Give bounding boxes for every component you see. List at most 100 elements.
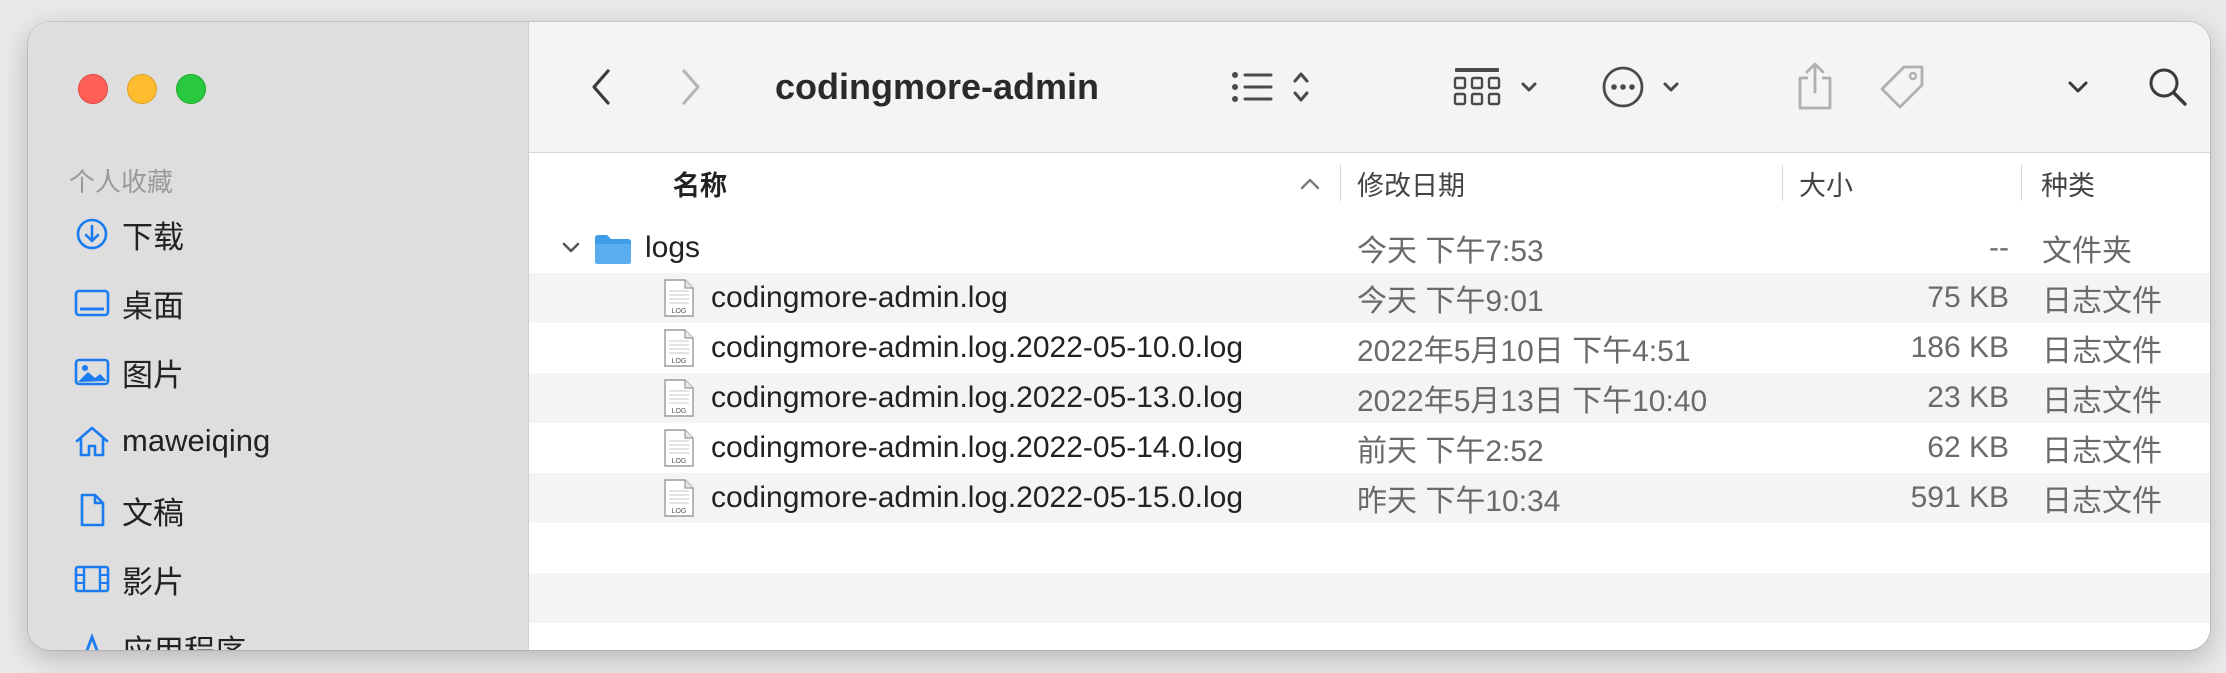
file-row[interactable]: LOG codingmore-admin.log.2022-05-10.0.lo… <box>529 323 2210 373</box>
sidebar-item-label: 应用程序 <box>122 626 246 651</box>
sidebar-item-downloads[interactable]: 下载 <box>72 209 184 259</box>
file-name: logs <box>645 231 701 264</box>
file-size: 186 KB <box>1910 331 2009 364</box>
toolbar: codingmore-admin <box>529 22 2210 153</box>
document-icon <box>72 490 112 530</box>
file-size: -- <box>1989 231 2009 264</box>
zoom-button[interactable] <box>176 74 206 104</box>
svg-text:LOG: LOG <box>672 358 687 365</box>
folder-icon <box>595 235 631 264</box>
more-icon <box>1602 66 1679 108</box>
chevron-right-icon <box>682 69 700 105</box>
share-icon <box>1798 62 1832 110</box>
file-kind: 日志文件 <box>2042 435 2162 468</box>
view-options-button[interactable] <box>1229 62 1323 112</box>
home-icon <box>72 421 112 461</box>
column-date[interactable]: 修改日期 <box>1357 153 1757 213</box>
sidebar-item-applications[interactable]: 应用程序 <box>72 623 246 650</box>
column-kind[interactable]: 种类 <box>2041 153 2201 213</box>
column-divider <box>2021 165 2022 201</box>
search-icon <box>2149 68 2187 106</box>
column-divider <box>1340 165 1341 201</box>
empty-row <box>529 623 2210 650</box>
list-view-icon <box>1232 72 1309 102</box>
sidebar-item-label: 图片 <box>122 357 184 393</box>
column-kind-label: 种类 <box>2041 170 2095 201</box>
svg-text:LOG: LOG <box>672 458 687 465</box>
file-size: 62 KB <box>1927 431 2009 464</box>
group-icon <box>1453 68 1537 106</box>
download-icon <box>72 214 112 254</box>
file-name: codingmore-admin.log <box>711 281 1008 314</box>
action-button[interactable] <box>1601 62 1691 112</box>
file-row[interactable]: LOG codingmore-admin.log.2022-05-13.0.lo… <box>529 373 2210 423</box>
svg-text:LOG: LOG <box>672 408 687 415</box>
sidebar-item-desktop[interactable]: 桌面 <box>72 278 184 328</box>
desktop-icon <box>72 283 112 323</box>
tag-icon <box>1880 65 1924 109</box>
file-kind: 日志文件 <box>2042 485 2162 518</box>
group-button[interactable] <box>1453 62 1551 112</box>
file-date: 2022年5月13日 下午10:40 <box>1357 385 1708 418</box>
file-kind: 日志文件 <box>2042 335 2162 368</box>
sidebar-item-label: 下载 <box>122 219 184 255</box>
log-file-icon: LOG <box>664 429 694 467</box>
log-file-icon: LOG <box>664 329 694 367</box>
file-name: codingmore-admin.log.2022-05-13.0.log <box>711 381 1244 414</box>
file-size: 23 KB <box>1927 381 2009 414</box>
sidebar-item-pictures[interactable]: 图片 <box>72 347 184 397</box>
column-name[interactable]: 名称 <box>673 153 1133 213</box>
sidebar-item-label: 影片 <box>122 564 184 600</box>
chevron-left-icon <box>592 69 610 105</box>
file-row[interactable]: LOG codingmore-admin.log.2022-05-14.0.lo… <box>529 423 2210 473</box>
film-icon <box>72 559 112 599</box>
file-kind: 文件夹 <box>2042 235 2132 268</box>
window-title: codingmore-admin <box>775 66 1100 107</box>
file-kind: 日志文件 <box>2042 285 2162 318</box>
column-size[interactable]: 大小 <box>1799 153 1999 213</box>
column-size-label: 大小 <box>1799 170 1853 201</box>
log-file-icon: LOG <box>664 479 694 517</box>
log-file-icon: LOG <box>664 379 694 417</box>
forward-button[interactable] <box>669 65 713 109</box>
sort-ascending-icon <box>1300 178 1320 190</box>
file-date: 今天 下午9:01 <box>1357 285 1544 318</box>
share-button[interactable] <box>1793 58 1837 114</box>
toolbar-overflow-button[interactable] <box>2063 72 2093 102</box>
empty-row <box>529 573 2210 623</box>
file-date: 前天 下午2:52 <box>1357 435 1544 468</box>
file-name: codingmore-admin.log.2022-05-15.0.log <box>711 481 1244 514</box>
column-header: 名称 修改日期 大小 种类 <box>529 153 2210 214</box>
close-button[interactable] <box>78 74 108 104</box>
file-size: 75 KB <box>1927 281 2009 314</box>
log-file-icon: LOG <box>664 279 694 317</box>
sidebar-item-label: maweiqing <box>122 423 271 458</box>
file-name: codingmore-admin.log.2022-05-10.0.log <box>711 331 1244 364</box>
minimize-button[interactable] <box>127 74 157 104</box>
sidebar: 个人收藏 下载 桌面 图片 maweiqing 文稿 影片 <box>28 22 529 650</box>
sidebar-section-favorites: 个人收藏 <box>69 167 174 197</box>
back-button[interactable] <box>579 65 623 109</box>
file-name: codingmore-admin.log.2022-05-14.0.log <box>711 431 1244 464</box>
column-name-label: 名称 <box>673 170 727 201</box>
column-divider <box>1782 165 1783 201</box>
finder-window: 个人收藏 下载 桌面 图片 maweiqing 文稿 影片 codingmore… <box>28 22 2210 650</box>
file-size: 591 KB <box>1910 481 2009 514</box>
sidebar-item-movies[interactable]: 影片 <box>72 554 184 604</box>
applications-icon <box>72 628 112 650</box>
sidebar-item-documents[interactable]: 文稿 <box>72 485 184 535</box>
file-date: 今天 下午7:53 <box>1357 235 1544 268</box>
search-button[interactable] <box>2145 64 2191 110</box>
column-date-label: 修改日期 <box>1357 170 1465 201</box>
empty-row <box>529 523 2210 573</box>
tag-button[interactable] <box>1877 62 1929 112</box>
photos-icon <box>72 352 112 392</box>
sidebar-item-home[interactable]: maweiqing <box>72 416 270 466</box>
file-row[interactable]: LOG codingmore-admin.log 今天 下午9:01 75 KB… <box>529 273 2210 323</box>
disclosure-chevron-icon[interactable] <box>561 241 581 255</box>
file-row[interactable]: LOG codingmore-admin.log.2022-05-15.0.lo… <box>529 473 2210 523</box>
chevron-down-icon <box>2068 81 2088 93</box>
svg-text:LOG: LOG <box>672 508 687 515</box>
file-date: 2022年5月10日 下午4:51 <box>1357 335 1691 368</box>
folder-row[interactable]: logs 今天 下午7:53 -- 文件夹 <box>529 223 2210 273</box>
